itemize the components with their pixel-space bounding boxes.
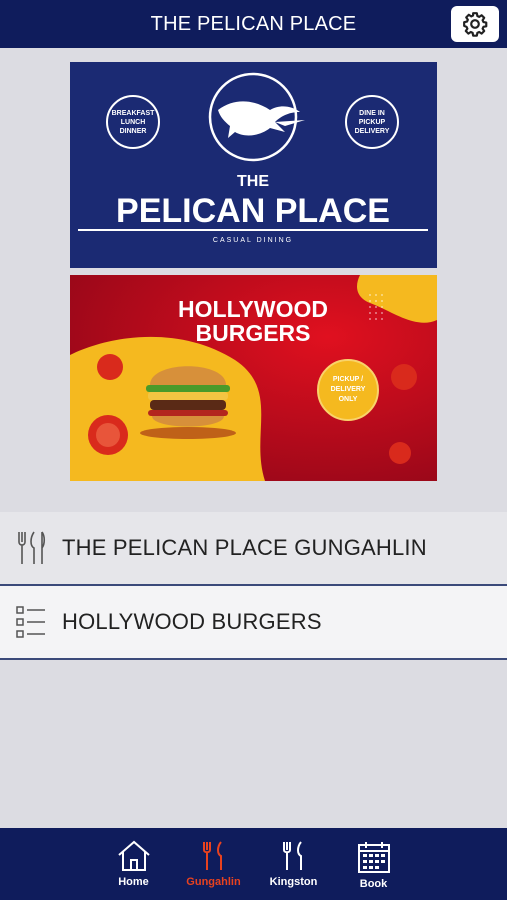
tab-book[interactable]: Book: [334, 828, 414, 900]
right-badge-line3: DELIVERY: [355, 128, 390, 135]
promo-title-line2: BURGERS: [195, 320, 310, 346]
banner-big-title: PELICAN PLACE: [116, 192, 390, 230]
banner-small-title: THE: [237, 173, 269, 190]
calendar-icon: [357, 842, 390, 873]
app-title: THE PELICAN PLACE: [150, 12, 357, 35]
top-bar: THE PELICAN PLACE: [0, 0, 507, 48]
cutlery-icon: [18, 531, 46, 564]
checklist-icon: [16, 606, 45, 638]
pelican-icon: [218, 101, 300, 138]
burger-promo-graphic: PICKUP / DELIVERY ONLY HOLLYWOOD BURGERS: [70, 275, 437, 481]
tab-label: Kingston: [269, 876, 318, 888]
left-badge-line2: LUNCH: [121, 119, 146, 126]
tomato-slice: [391, 364, 417, 390]
promo-badge-line1: PICKUP /: [333, 376, 363, 383]
menu-item-label: HOLLYWOOD BURGERS: [62, 609, 322, 634]
hollywood-burgers-banner[interactable]: PICKUP / DELIVERY ONLY HOLLYWOOD BURGERS: [70, 275, 437, 481]
tab-gungahlin[interactable]: Gungahlin: [174, 828, 254, 900]
right-badge-line2: PICKUP: [359, 119, 386, 126]
right-badge-line1: DINE IN: [359, 110, 385, 117]
tab-label: Home: [118, 876, 149, 888]
promo-title-line1: HOLLYWOOD: [178, 296, 328, 322]
tomato-slice: [389, 442, 411, 464]
banner-tagline: CASUAL DINING: [213, 237, 293, 244]
tab-label: Book: [359, 878, 388, 890]
home-icon: [117, 840, 150, 871]
left-badge-line3: DINNER: [120, 128, 147, 135]
menu-item-hollywood-burgers[interactable]: HOLLYWOOD BURGERS: [0, 586, 507, 660]
cutlery-icon: [202, 841, 222, 870]
cutlery-icon: [282, 841, 302, 870]
tab-label: Gungahlin: [186, 876, 241, 888]
tomato-slice: [97, 354, 123, 380]
pelican-place-banner[interactable]: BREAKFAST LUNCH DINNER DINE IN PICKUP DE…: [70, 62, 437, 268]
tab-kingston[interactable]: Kingston: [254, 828, 334, 900]
menu-item-label: THE PELICAN PLACE GUNGAHLIN: [62, 535, 427, 560]
pelican-logo-graphic: BREAKFAST LUNCH DINNER DINE IN PICKUP DE…: [78, 72, 428, 244]
settings-button[interactable]: [451, 6, 499, 42]
bottom-tab-bar: Home Gungahlin Kingston Book: [0, 828, 507, 900]
gear-icon: [463, 12, 488, 37]
left-badge-line1: BREAKFAST: [112, 110, 156, 117]
menu-item-pelican-gungahlin[interactable]: THE PELICAN PLACE GUNGAHLIN: [0, 512, 507, 586]
location-menu-list: THE PELICAN PLACE GUNGAHLIN HOLLYWOOD BU…: [0, 512, 507, 660]
promo-badge-line3: ONLY: [339, 396, 358, 403]
promo-badge-line2: DELIVERY: [331, 386, 366, 393]
tab-home[interactable]: Home: [94, 828, 174, 900]
